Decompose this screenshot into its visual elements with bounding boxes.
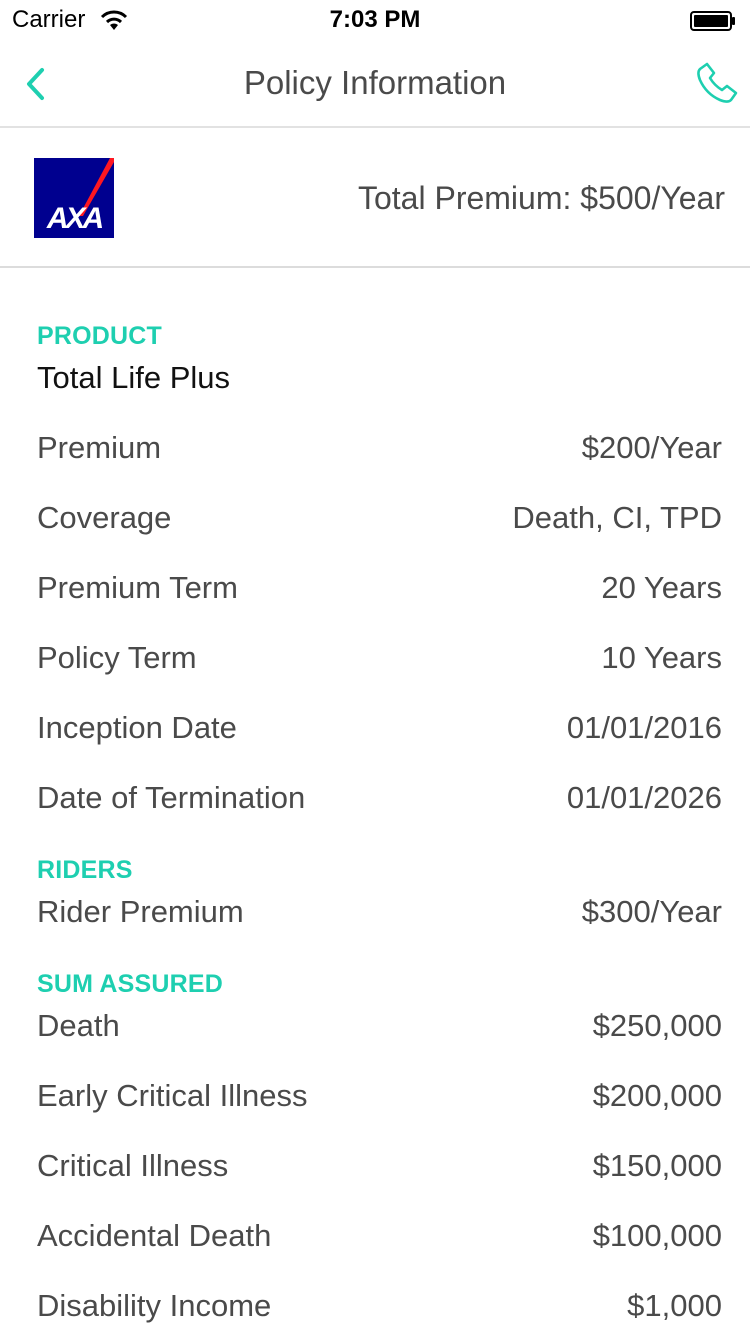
row-value: $1,000 bbox=[627, 1288, 722, 1323]
row-label: Premium Term bbox=[37, 570, 238, 605]
row-value: $300/Year bbox=[581, 894, 722, 929]
row-label: Rider Premium bbox=[37, 894, 244, 929]
section-label-product: PRODUCT bbox=[37, 322, 163, 350]
row-label: Early Critical Illness bbox=[37, 1078, 308, 1113]
logo-text: AXA bbox=[46, 202, 103, 235]
status-time: 7:03 PM bbox=[329, 6, 421, 33]
detail-row-premium: Premium $200/Year bbox=[37, 430, 722, 470]
policy-summary: AXA Total Premium: $500/Year bbox=[0, 130, 750, 268]
detail-row-critical-illness: Critical Illness $150,000 bbox=[37, 1148, 722, 1188]
row-value: Death, CI, TPD bbox=[512, 500, 722, 535]
phone-icon[interactable] bbox=[694, 60, 740, 106]
row-value: $250,000 bbox=[592, 1008, 722, 1043]
row-label: Disability Income bbox=[37, 1288, 272, 1323]
detail-row-rider-premium: Rider Premium $300/Year bbox=[37, 894, 722, 934]
detail-row-disability-income: Disability Income $1,000 bbox=[37, 1288, 722, 1328]
page-title: Policy Information bbox=[243, 64, 507, 101]
row-value: $100,000 bbox=[592, 1218, 722, 1253]
total-premium: Total Premium: $500/Year bbox=[357, 180, 725, 216]
row-value: 01/01/2016 bbox=[566, 710, 722, 745]
detail-row-inception-date: Inception Date 01/01/2016 bbox=[37, 710, 722, 750]
detail-row-coverage: Coverage Death, CI, TPD bbox=[37, 500, 722, 540]
row-label: Date of Termination bbox=[37, 780, 306, 815]
row-value: $200,000 bbox=[592, 1078, 722, 1113]
axa-logo: AXA bbox=[34, 158, 114, 238]
battery-icon bbox=[690, 11, 735, 31]
row-label: Inception Date bbox=[37, 710, 237, 745]
detail-row-termination-date: Date of Termination 01/01/2026 bbox=[37, 780, 722, 820]
detail-row-early-critical-illness: Early Critical Illness $200,000 bbox=[37, 1078, 722, 1118]
section-label-riders: RIDERS bbox=[37, 856, 133, 884]
row-label: Death bbox=[37, 1008, 120, 1043]
section-label-sum-assured: SUM ASSURED bbox=[37, 970, 224, 998]
row-label: Policy Term bbox=[37, 640, 197, 675]
row-label: Coverage bbox=[37, 500, 172, 535]
row-label: Critical Illness bbox=[37, 1148, 229, 1183]
row-value: $200/Year bbox=[581, 430, 722, 465]
row-value: 10 Years bbox=[601, 640, 722, 675]
row-label: Premium bbox=[37, 430, 162, 465]
product-name: Total Life Plus bbox=[37, 360, 230, 395]
row-value: 20 Years bbox=[601, 570, 722, 605]
detail-row-death: Death $250,000 bbox=[37, 1008, 722, 1048]
status-bar: Carrier 7:03 PM bbox=[0, 0, 750, 40]
nav-bar: Policy Information bbox=[0, 40, 750, 128]
detail-row-policy-term: Policy Term 10 Years bbox=[37, 640, 722, 680]
row-value: 01/01/2026 bbox=[566, 780, 722, 815]
row-value: $150,000 bbox=[592, 1148, 722, 1183]
detail-row-accidental-death: Accidental Death $100,000 bbox=[37, 1218, 722, 1258]
row-label: Accidental Death bbox=[37, 1218, 272, 1253]
detail-row-premium-term: Premium Term 20 Years bbox=[37, 570, 722, 610]
